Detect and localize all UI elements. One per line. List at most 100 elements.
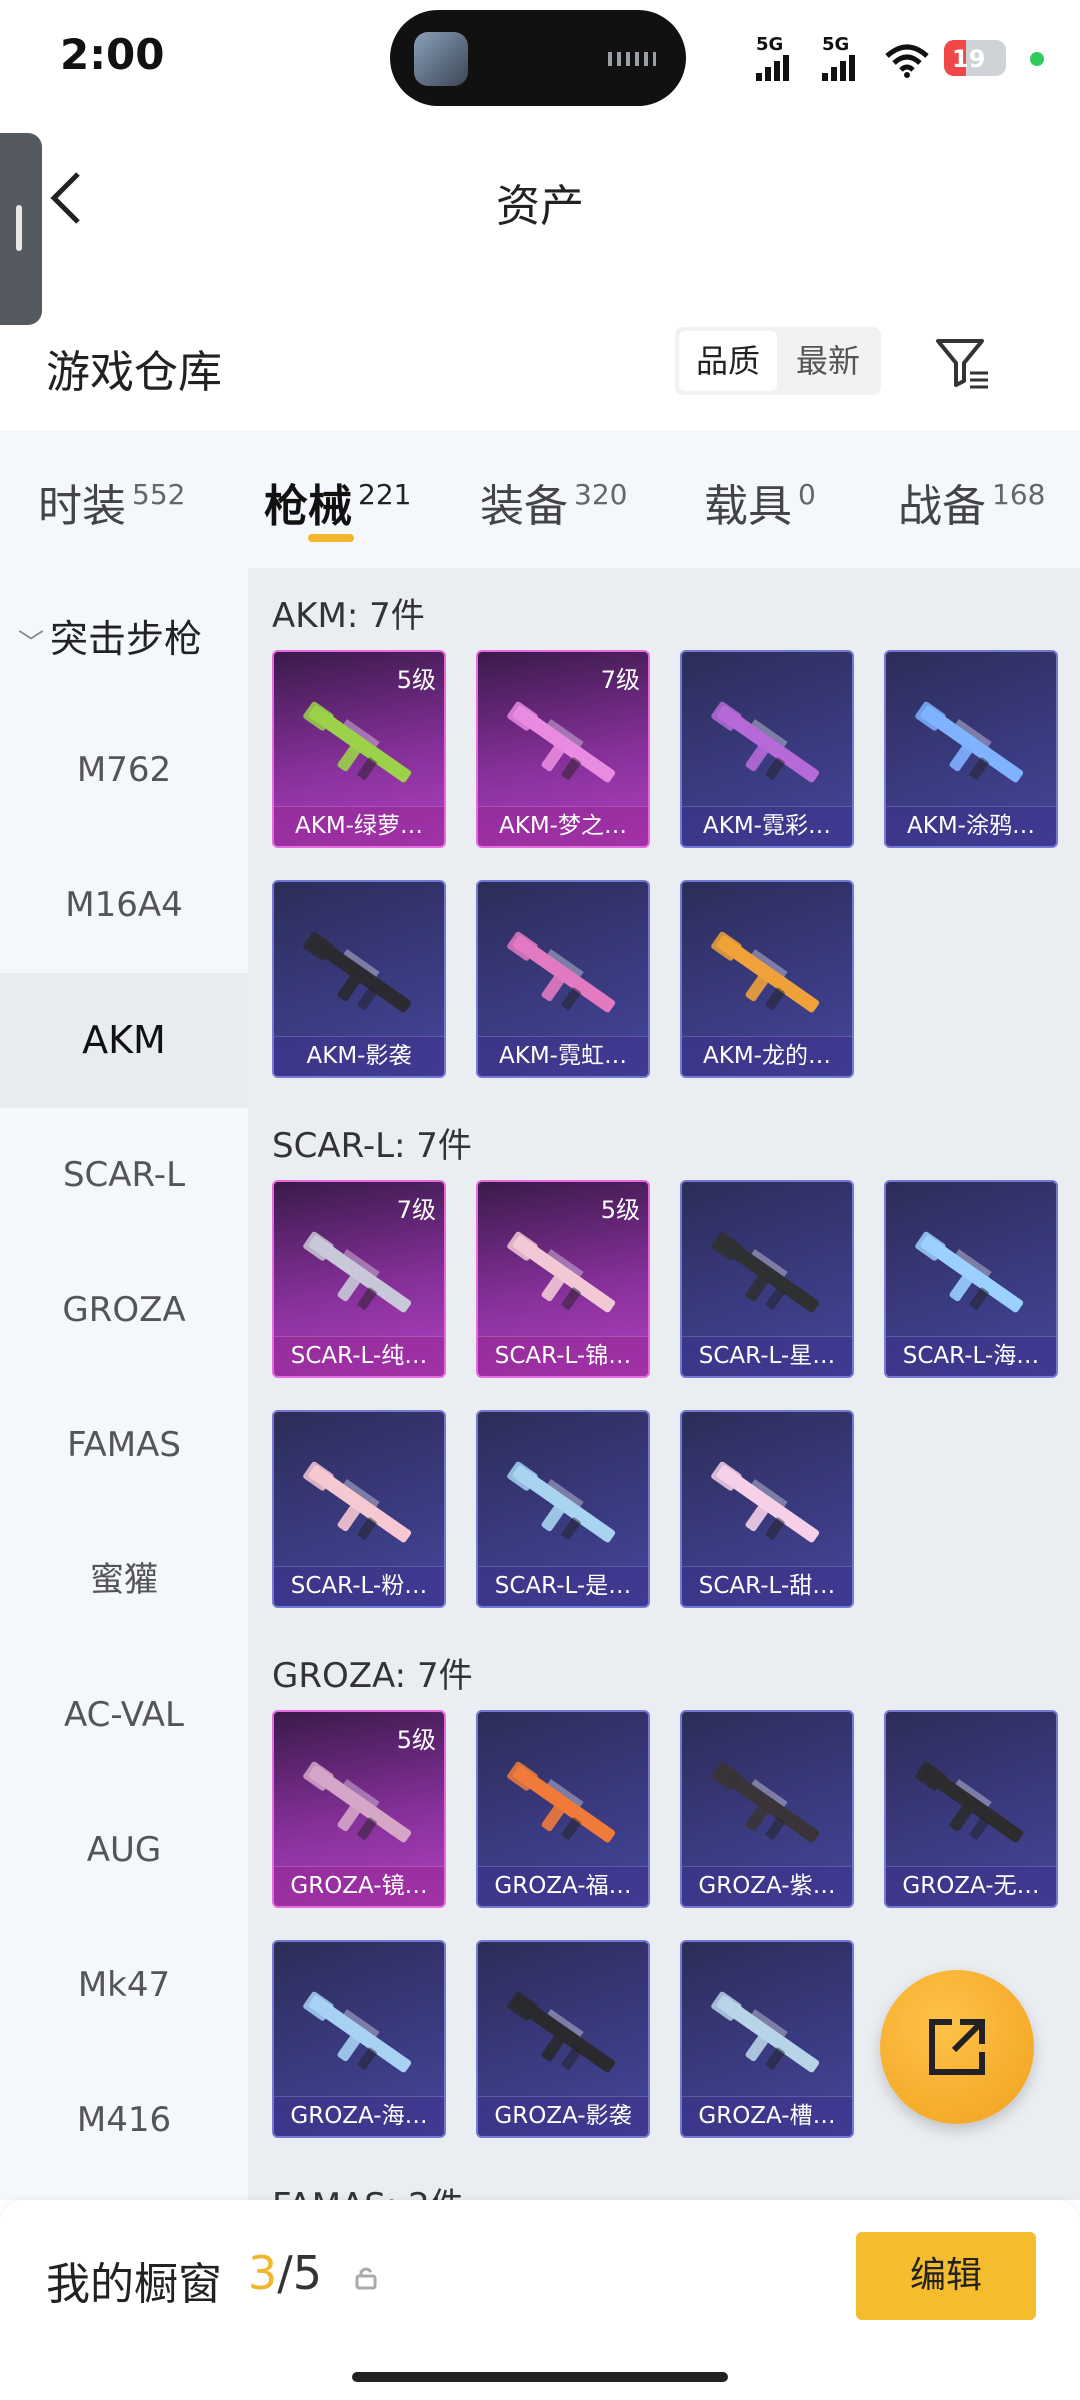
skin-name: GROZA-影袭 — [478, 2096, 648, 2136]
skin-name: GROZA-镜… — [274, 1866, 444, 1906]
group-label: AKM: 7件 — [272, 596, 425, 636]
home-indicator[interactable] — [352, 2372, 728, 2382]
skin-level-badge: 5级 — [600, 1196, 640, 1224]
tab-vehicles[interactable]: 载具 0 — [704, 470, 816, 534]
weapon-skin-image — [507, 1231, 616, 1313]
group-label: SCAR-L: 7件 — [272, 1126, 472, 1166]
signal-icon: 5G — [756, 34, 792, 81]
skin-name: AKM-梦之… — [478, 806, 648, 846]
edit-button[interactable]: 编辑 — [856, 2232, 1036, 2320]
weapon-skin-image — [915, 1231, 1024, 1313]
weapon-skin-image — [303, 701, 412, 783]
skin-name: AKM-霓彩… — [682, 806, 852, 846]
skin-name: AKM-绿萝… — [274, 806, 444, 846]
weapon-skin-card[interactable]: 5级 SCAR-L-锦… — [476, 1180, 650, 1378]
tab-equipment[interactable]: 装备 320 — [480, 470, 627, 534]
sidebar-item-mk47[interactable]: Mk47 — [0, 1918, 248, 2053]
weapon-skin-card[interactable]: GROZA-无… — [884, 1710, 1058, 1908]
sort-by-quality[interactable]: 品质 — [679, 331, 777, 391]
category-header[interactable]: ﹀ 突击步枪 — [18, 608, 202, 663]
weapon-skin-card[interactable]: GROZA-海… — [272, 1940, 446, 2138]
weapon-skin-card[interactable]: AKM-影袭 — [272, 880, 446, 1078]
sidebar-item--[interactable]: 蜜獾 — [0, 1513, 248, 1648]
weapon-skin-card[interactable]: 5级 GROZA-镜… — [272, 1710, 446, 1908]
section-title: 游戏仓库 — [46, 347, 222, 398]
showcase-title: 我的橱窗 — [46, 2259, 222, 2310]
sidebar-item-m16a4[interactable]: M16A4 — [0, 838, 248, 973]
sidebar-item-groza[interactable]: GROZA — [0, 1243, 248, 1378]
page-title: 资产 — [496, 181, 584, 232]
weapon-sidebar: ﹀ 突击步枪 M762 M16A4 AKM SCAR-L GROZA FAMAS 蜜獾 AC-V… — [0, 568, 248, 2200]
group-label: FAMAS: 2件 — [272, 2178, 464, 2200]
weapon-skin-card[interactable]: AKM-涂鸦… — [884, 650, 1058, 848]
weapon-skin-card[interactable]: SCAR-L-海… — [884, 1180, 1058, 1378]
weapon-skin-card[interactable]: SCAR-L-是… — [476, 1410, 650, 1608]
skin-level-badge: 7级 — [396, 1196, 436, 1224]
sidebar-item-m762[interactable]: M762 — [0, 703, 248, 838]
weapon-skin-card[interactable]: GROZA-槽… — [680, 1940, 854, 2138]
sort-by-newest[interactable]: 最新 — [779, 331, 877, 391]
weapon-skin-image — [507, 1991, 616, 2073]
skin-name: SCAR-L-锦… — [478, 1336, 648, 1376]
weapon-skin-card[interactable]: AKM-霓虹… — [476, 880, 650, 1078]
weapon-skin-card[interactable]: 7级 AKM-梦之… — [476, 650, 650, 848]
weapon-skin-card[interactable]: SCAR-L-粉… — [272, 1410, 446, 1608]
weapon-skin-card[interactable]: AKM-龙的… — [680, 880, 854, 1078]
status-bar: 2:00 5G 5G 19 — [0, 0, 1080, 120]
skin-level-badge: 5级 — [396, 666, 436, 694]
weapon-skin-image — [303, 1461, 412, 1543]
weapon-skin-image — [507, 1461, 616, 1543]
skin-name: SCAR-L-粉… — [274, 1566, 444, 1606]
skin-name: SCAR-L-是… — [478, 1566, 648, 1606]
weapon-skin-image — [915, 701, 1024, 783]
filter-icon[interactable] — [932, 333, 992, 393]
weapon-skin-image — [303, 1231, 412, 1313]
weapon-skin-image — [711, 1461, 820, 1543]
sidebar-item-famas[interactable]: FAMAS — [0, 1378, 248, 1513]
weapon-skin-image — [303, 931, 412, 1013]
weapon-grid: AKM: 7件 5级 AKM-绿萝… 7级 AKM-梦之… AKM-霓彩… AKM-涂鸦… A… — [248, 568, 1080, 2200]
tab-guns[interactable]: 枪械 221 — [264, 470, 411, 534]
weapon-skin-card[interactable]: GROZA-福… — [476, 1710, 650, 1908]
tab-supplies[interactable]: 战备 168 — [898, 470, 1045, 534]
signal-icon: 5G — [822, 34, 858, 81]
weapon-skin-image — [711, 931, 820, 1013]
audio-waveform-icon — [608, 52, 656, 66]
weapon-skin-card[interactable]: GROZA-紫… — [680, 1710, 854, 1908]
weapon-skin-card[interactable]: 5级 AKM-绿萝… — [272, 650, 446, 848]
weapon-skin-card[interactable]: SCAR-L-星… — [680, 1180, 854, 1378]
skin-level-badge: 5级 — [396, 1726, 436, 1754]
skin-name: AKM-龙的… — [682, 1036, 852, 1076]
skin-name: AKM-影袭 — [274, 1036, 444, 1076]
sidebar-item-ac-val[interactable]: AC-VAL — [0, 1648, 248, 1783]
share-button[interactable] — [880, 1970, 1034, 2124]
external-link-icon — [929, 2019, 985, 2075]
skin-name: GROZA-槽… — [682, 2096, 852, 2136]
skin-name: AKM-涂鸦… — [886, 806, 1056, 846]
skin-name: GROZA-福… — [478, 1866, 648, 1906]
skin-name: SCAR-L-海… — [886, 1336, 1056, 1376]
weapon-skin-image — [507, 931, 616, 1013]
sidebar-item-m416[interactable]: M416 — [0, 2053, 248, 2188]
network-type-label: 5G — [756, 34, 784, 55]
skin-name: AKM-霓虹… — [478, 1036, 648, 1076]
sidebar-item-akm[interactable]: AKM — [0, 973, 248, 1108]
tab-fashion[interactable]: 时装 552 — [38, 470, 185, 534]
privacy-indicator-dot — [1030, 52, 1044, 66]
dynamic-island — [390, 10, 686, 106]
skin-name: SCAR-L-甜… — [682, 1566, 852, 1606]
sidebar-item-aug[interactable]: AUG — [0, 1783, 248, 1918]
weapon-skin-image — [711, 1231, 820, 1313]
weapon-skin-card[interactable]: 7级 SCAR-L-纯… — [272, 1180, 446, 1378]
weapon-skin-image — [507, 701, 616, 783]
weapon-skin-image — [711, 1761, 820, 1843]
weapon-skin-card[interactable]: GROZA-影袭 — [476, 1940, 650, 2138]
status-time: 2:00 — [60, 30, 165, 79]
sidebar-item-scar-l[interactable]: SCAR-L — [0, 1108, 248, 1243]
weapon-skin-card[interactable]: SCAR-L-甜… — [680, 1410, 854, 1608]
skin-name: GROZA-海… — [274, 2096, 444, 2136]
weapon-skin-card[interactable]: AKM-霓彩… — [680, 650, 854, 848]
network-type-label: 5G — [822, 34, 850, 55]
weapon-skin-image — [711, 701, 820, 783]
skin-name: SCAR-L-星… — [682, 1336, 852, 1376]
